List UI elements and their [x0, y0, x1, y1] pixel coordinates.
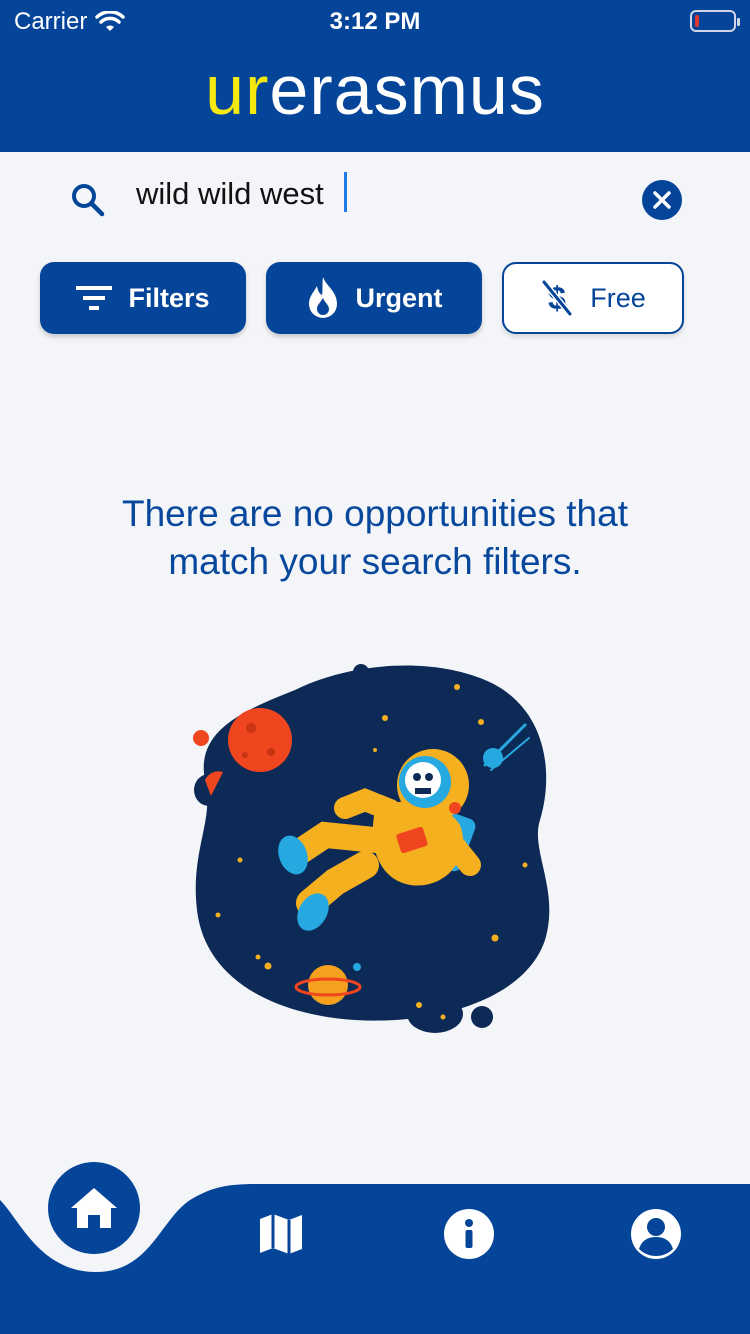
battery-icon	[690, 10, 740, 32]
logo-main-text: erasmus	[269, 51, 545, 129]
search-bar	[0, 160, 750, 240]
flame-icon	[308, 277, 337, 318]
nav-home-button[interactable]	[48, 1162, 140, 1254]
status-time: 3:12 PM	[329, 8, 421, 35]
empty-state-message: There are no opportunities that match yo…	[40, 490, 710, 586]
urgent-button[interactable]: Urgent	[266, 262, 482, 334]
logo-accent-text: ur	[205, 51, 270, 129]
app-logo: urerasmus	[0, 50, 750, 130]
user-icon	[631, 1209, 681, 1259]
search-input[interactable]	[136, 174, 616, 214]
clear-search-button[interactable]	[642, 180, 682, 220]
urgent-label: Urgent	[355, 282, 443, 313]
astronaut-illustration	[193, 664, 550, 1033]
status-bar: Carrier 3:12 PM	[0, 0, 750, 40]
nav-info-button[interactable]	[443, 1208, 495, 1260]
close-icon	[653, 191, 671, 209]
filters-button[interactable]: Filters	[40, 262, 246, 334]
free-label: Free	[590, 282, 646, 313]
empty-state-line-2: match your search filters.	[168, 541, 582, 582]
search-icon	[72, 184, 105, 217]
text-cursor	[344, 172, 347, 212]
no-dollar-icon: $	[541, 280, 573, 316]
filter-lines-icon	[76, 286, 113, 310]
info-icon	[444, 1209, 494, 1259]
bottom-navigation	[0, 1160, 750, 1334]
free-button[interactable]: $ Free	[502, 262, 684, 334]
nav-map-button[interactable]	[255, 1208, 307, 1260]
empty-state-line-1: There are no opportunities that	[122, 493, 628, 534]
nav-profile-button[interactable]	[630, 1208, 682, 1260]
app-header: urerasmus	[0, 40, 750, 152]
map-icon	[260, 1214, 302, 1254]
filters-label: Filters	[128, 282, 210, 313]
home-icon	[71, 1188, 117, 1228]
